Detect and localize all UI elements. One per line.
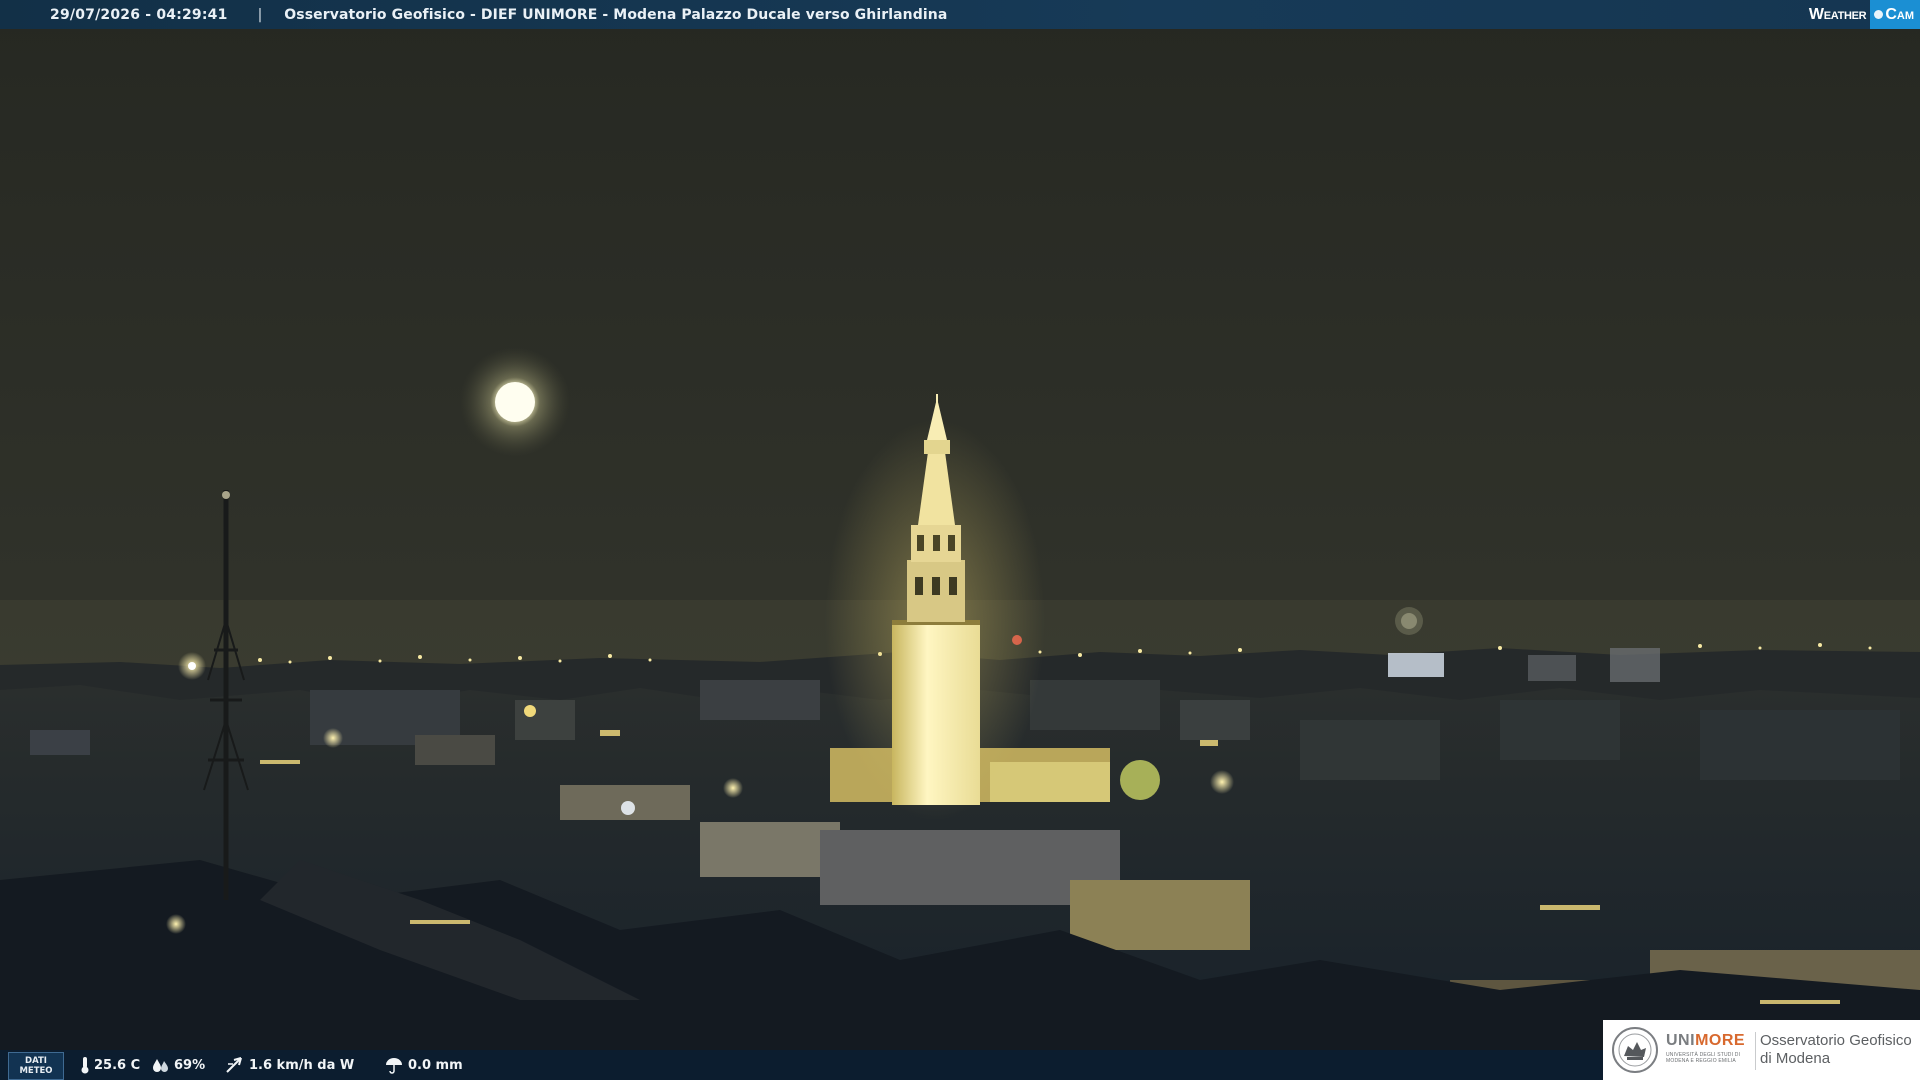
wind-reading: 1.6 km/h da W: [225, 1050, 354, 1080]
rain-value: 0.0 mm: [408, 1057, 463, 1073]
unimore-logo: UNIMORE UNIVERSITÀ DEGLI STUDI DI MODENA…: [1603, 1020, 1920, 1080]
unimore-seal-icon: [1612, 1027, 1658, 1073]
moon: [495, 382, 535, 422]
thermometer-icon: [81, 1057, 89, 1074]
lit-tree: [1120, 760, 1160, 800]
distant-building: [1528, 655, 1576, 681]
lens-flare-core: [1401, 613, 1417, 629]
webcam-scene: [0, 0, 1920, 1080]
osservatorio-name: Osservatorio Geofisico di Modena: [1760, 1032, 1912, 1068]
osservatorio-line-2: di Modena: [1760, 1050, 1831, 1067]
humidity-drops-icon: [153, 1059, 168, 1072]
unimore-subtitle: UNIVERSITÀ DEGLI STUDI DI MODENA E REGGI…: [1666, 1052, 1741, 1064]
title-separator: |: [257, 6, 263, 23]
distant-building-lit: [1388, 653, 1444, 677]
logo-divider: [1755, 1032, 1756, 1070]
badge-line-2: METEO: [19, 1066, 53, 1076]
humidity-value: 69%: [174, 1057, 206, 1073]
humidity-reading: 69%: [152, 1050, 205, 1080]
wind-value: 1.6 km/h da W: [249, 1057, 355, 1073]
weathercam-logo-cam: Cam: [1870, 0, 1920, 29]
osservatorio-line-1: Osservatorio Geofisico: [1760, 1032, 1912, 1049]
dati-meteo-badge: DATI METEO: [8, 1052, 64, 1080]
umbrella-icon: [386, 1058, 402, 1074]
weathercam-dot-icon: [1874, 10, 1884, 19]
unimore-more: MORE: [1695, 1032, 1746, 1049]
antenna-light: [222, 491, 230, 499]
unimore-uni: UNI: [1666, 1032, 1696, 1049]
temperature-value: 25.6 C: [94, 1057, 141, 1073]
badge-line-1: DATI: [25, 1056, 47, 1066]
temperature-reading: 25.6 C: [80, 1050, 140, 1080]
top-bar: 29/07/2026 - 04:29:41 | Osservatorio Geo…: [0, 0, 1920, 29]
camera-title: Osservatorio Geofisico - DIEF UNIMORE - …: [284, 6, 948, 23]
night-city-view: [0, 0, 1920, 1080]
unimore-wordmark: UNIMORE: [1666, 1032, 1745, 1050]
timestamp: 29/07/2026 - 04:29:41: [50, 6, 228, 23]
rain-reading: 0.0 mm: [384, 1050, 463, 1080]
weathercam-logo-word: Weather: [1808, 5, 1867, 23]
weathercam-logo: Weather Cam: [1801, 0, 1920, 29]
weathercam-logo-cam-text: Cam: [1885, 5, 1914, 23]
wind-direction-icon: [226, 1057, 242, 1073]
distant-building: [1610, 648, 1660, 682]
